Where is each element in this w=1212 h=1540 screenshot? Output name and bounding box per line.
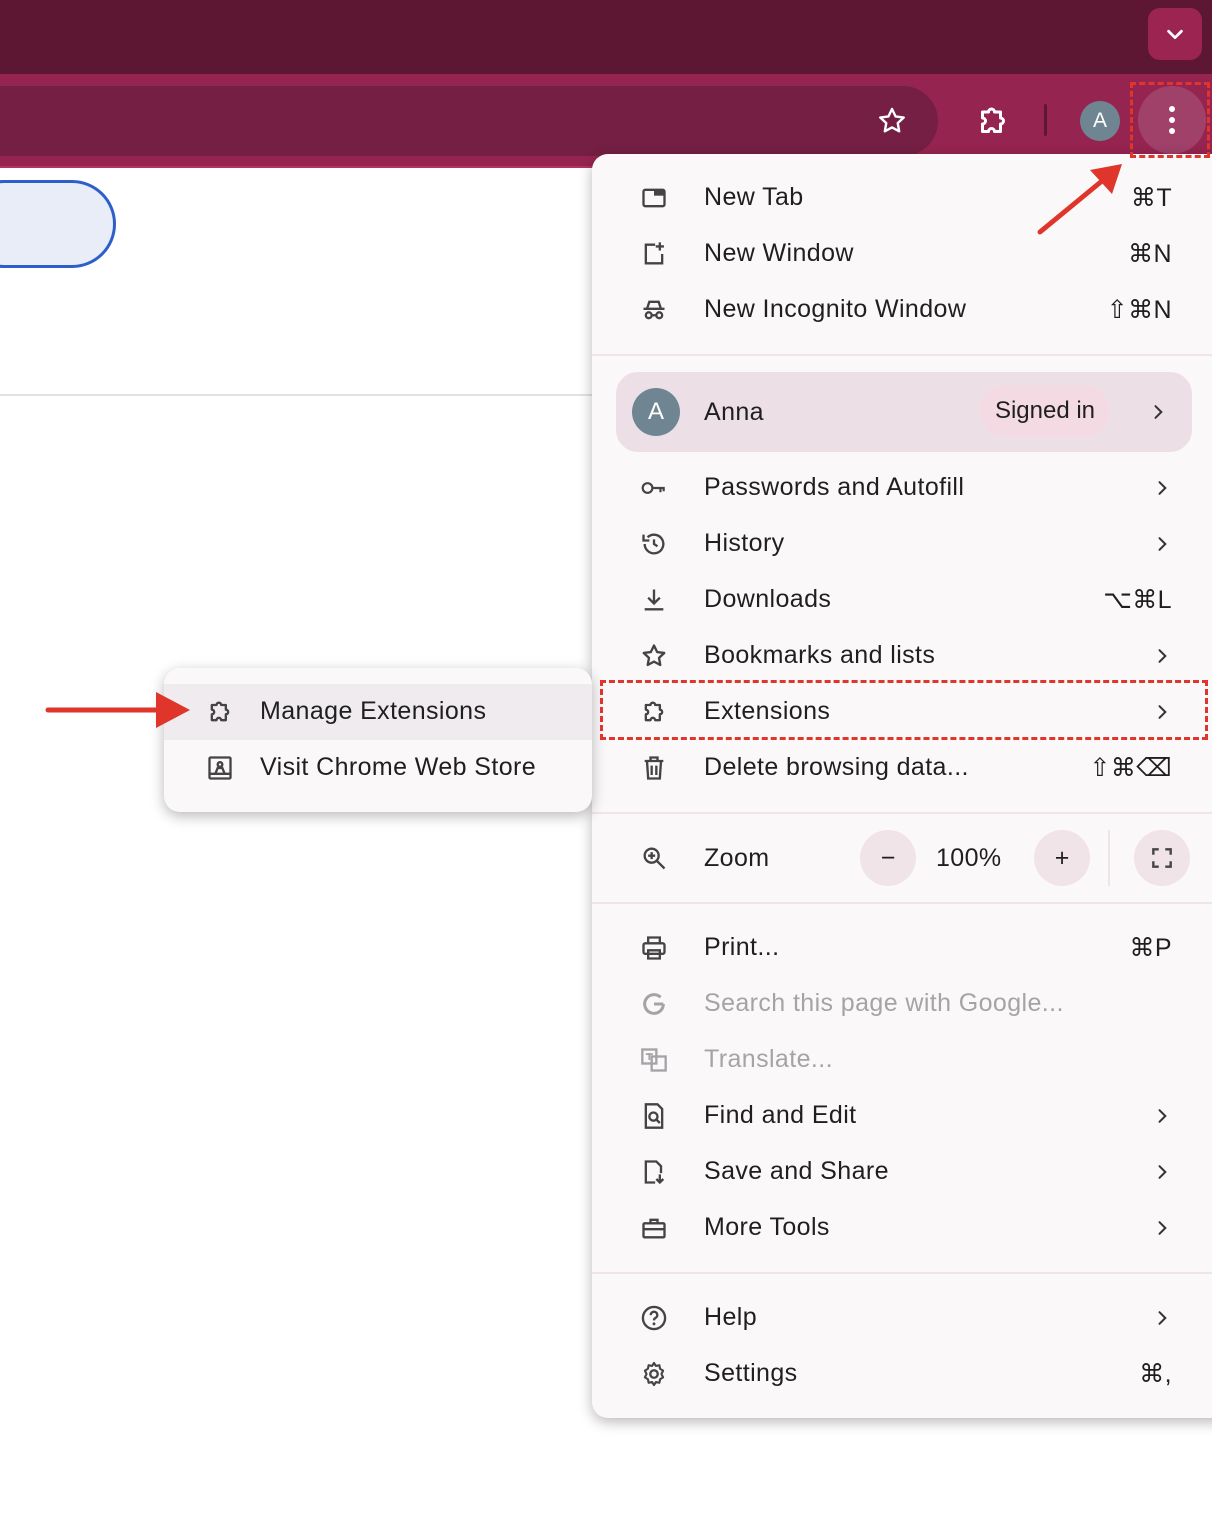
annotation-arrow-to-menu-button bbox=[1037, 164, 1122, 235]
annotation-arrows bbox=[45, 164, 1122, 728]
annotation-arrow-to-manage-extensions bbox=[45, 692, 190, 728]
